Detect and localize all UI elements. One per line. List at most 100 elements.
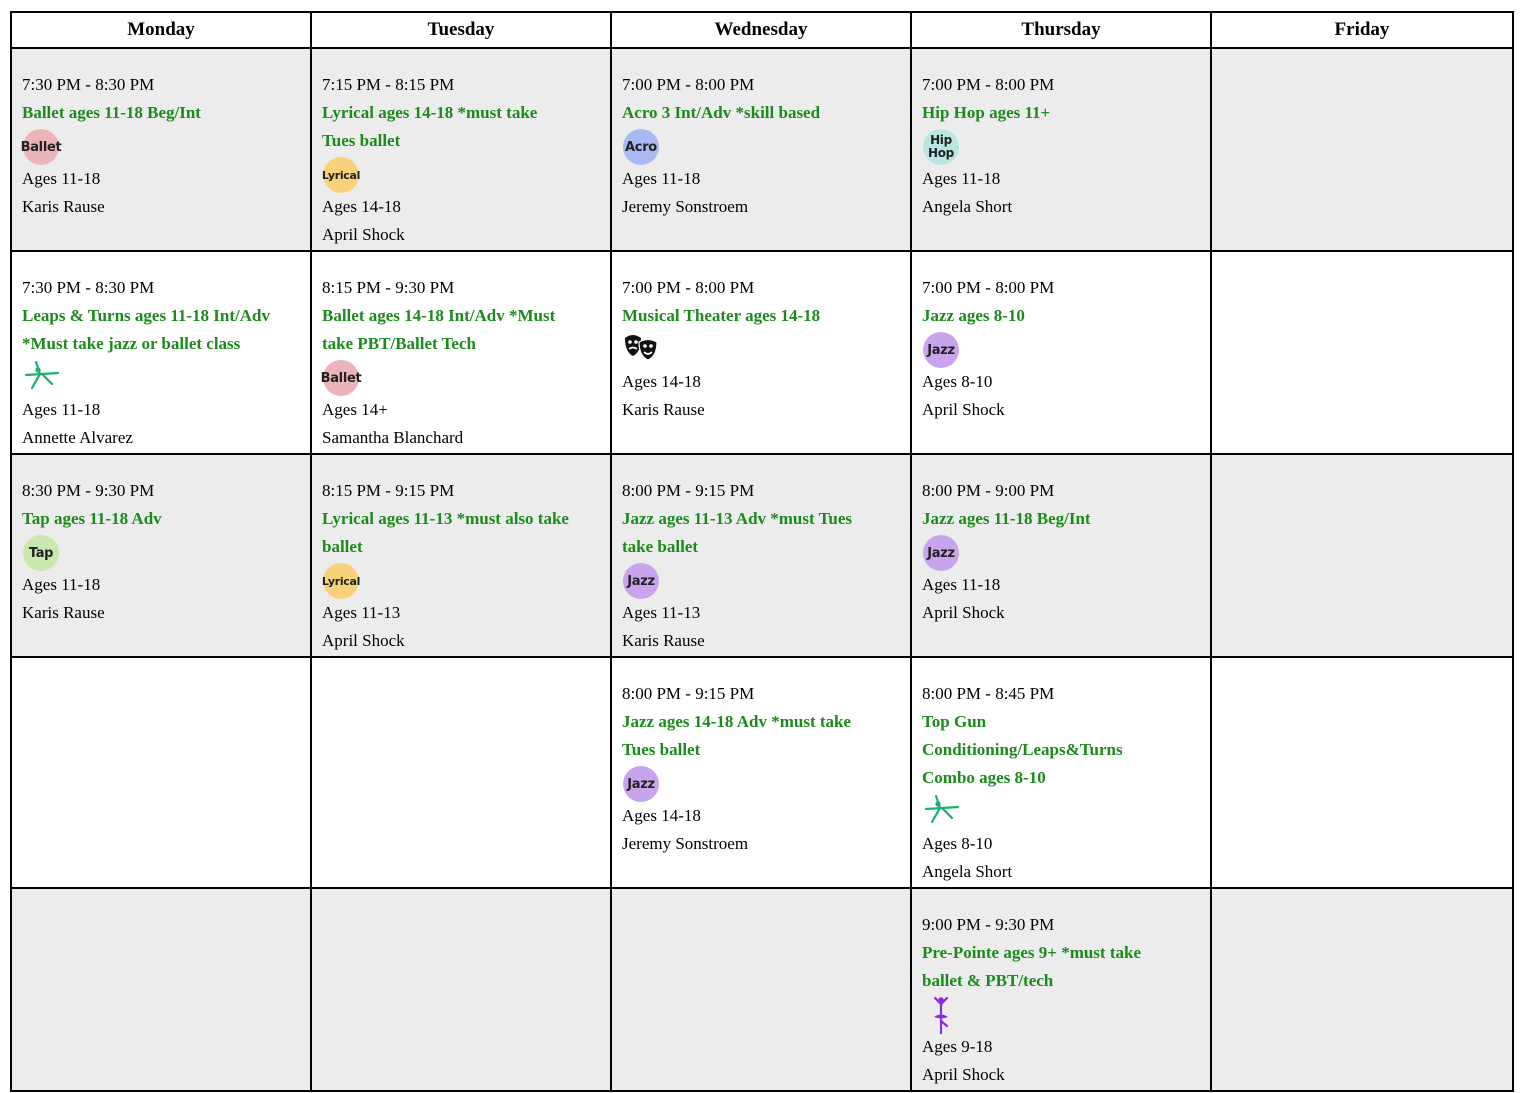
empty-cell	[310, 656, 612, 889]
class-cell: 9:00 PM - 9:30 PM Pre-Pointe ages 9+ *mus…	[910, 887, 1212, 1092]
class-title-line: Hip Hop ages 11+	[922, 103, 1051, 122]
class-ages: Ages 14-18	[622, 806, 701, 825]
class-ages: Ages 11-18	[922, 169, 1001, 188]
class-title-line: take ballet	[622, 537, 699, 556]
instructor-name: Karis Rause	[22, 603, 105, 622]
class-title-line: Leaps & Turns ages 11-18 Int/Adv	[22, 306, 270, 325]
class-title-line: take PBT/Ballet Tech	[322, 334, 476, 353]
instructor-name: Jeremy Sonstroem	[622, 834, 749, 853]
badge-label: Acro	[623, 129, 659, 165]
acro-badge-icon: Acro	[622, 127, 900, 165]
class-entry: 9:00 PM - 9:30 PM Pre-Pointe ages 9+ *mus…	[912, 889, 1210, 1089]
badge-label: Ballet	[321, 360, 362, 396]
class-time: 8:00 PM - 8:45 PM	[922, 684, 1055, 703]
jazz-badge-icon: Jazz	[922, 330, 1200, 368]
empty-cell	[1210, 250, 1514, 455]
badge-label: Jazz	[623, 766, 659, 802]
class-schedule-table: Monday Tuesday Wednesday Thursday Friday…	[10, 11, 1514, 1092]
class-entry: 8:00 PM - 9:15 PM Jazz ages 11-13 Adv *mu…	[612, 455, 910, 655]
class-time: 7:00 PM - 8:00 PM	[622, 75, 755, 94]
class-cell: 8:00 PM - 8:45 PM Top Gun Conditioning/Lea…	[910, 656, 1212, 889]
class-time: 8:30 PM - 9:30 PM	[22, 481, 155, 500]
class-cell: 7:30 PM - 8:30 PM Ballet ages 11-18 Beg/I…	[10, 47, 312, 252]
instructor-name: Karis Rause	[22, 197, 105, 216]
class-title-line: ballet & PBT/tech	[922, 971, 1054, 990]
jazz-badge-icon: Jazz	[622, 764, 900, 802]
instructor-name: April Shock	[922, 400, 1005, 419]
class-entry: 8:00 PM - 9:00 PM Jazz ages 11-18 Beg/Int…	[912, 455, 1210, 627]
class-ages: Ages 14-18	[622, 372, 701, 391]
badge-label: Jazz	[923, 535, 959, 571]
badge-label: Hip Hop	[923, 129, 959, 165]
class-title-line: Ballet ages 14-18 Int/Adv *Must	[322, 306, 556, 325]
class-entry: 7:15 PM - 8:15 PM Lyrical ages 14-18 *mus…	[312, 49, 610, 249]
class-entry: 7:00 PM - 8:00 PM Jazz ages 8-10 Jazz Ages …	[912, 252, 1210, 424]
class-title-line: Combo ages 8-10	[922, 768, 1046, 787]
class-cell: 8:30 PM - 9:30 PM Tap ages 11-18 Adv Tap Ag…	[10, 453, 312, 658]
class-title-line: Jazz ages 11-18 Beg/Int	[922, 509, 1091, 528]
instructor-name: Angela Short	[922, 862, 1013, 881]
class-ages: Ages 8-10	[922, 834, 993, 853]
badge-label: Tap	[23, 535, 59, 571]
class-title-line: *Must take jazz or ballet class	[22, 334, 241, 353]
schedule-row: 8:30 PM - 9:30 PM Tap ages 11-18 Adv Tap Ag…	[10, 453, 1514, 658]
class-cell: 7:15 PM - 8:15 PM Lyrical ages 14-18 *mus…	[310, 47, 612, 252]
lyrical-badge-icon: Lyrical	[322, 155, 600, 193]
class-cell: 8:15 PM - 9:30 PM Ballet ages 14-18 Int/A…	[310, 250, 612, 455]
class-ages: Ages 11-18	[622, 169, 701, 188]
schedule-row: 9:00 PM - 9:30 PM Pre-Pointe ages 9+ *mus…	[10, 887, 1514, 1092]
ballet-badge-icon: Ballet	[21, 127, 300, 165]
badge-label: Lyrical	[322, 157, 360, 193]
class-title-line: Ballet ages 11-18 Beg/Int	[22, 103, 201, 122]
class-title-line: Lyrical ages 14-18 *must take	[322, 103, 538, 122]
badge-label: Jazz	[623, 563, 659, 599]
jazz-badge-icon: Jazz	[922, 533, 1200, 571]
class-title-line: Top Gun	[922, 712, 987, 731]
class-title-line: Tues ballet	[322, 131, 401, 150]
class-cell: 8:00 PM - 9:15 PM Jazz ages 11-13 Adv *mu…	[610, 453, 912, 658]
class-cell: 7:00 PM - 8:00 PM Jazz ages 8-10 Jazz Ages …	[910, 250, 1212, 455]
class-entry: 8:15 PM - 9:30 PM Ballet ages 14-18 Int/A…	[312, 252, 610, 452]
instructor-name: Jeremy Sonstroem	[622, 197, 749, 216]
empty-cell	[1210, 887, 1514, 1092]
class-ages: Ages 14+	[322, 400, 388, 419]
class-entry: 8:15 PM - 9:15 PM Lyrical ages 11-13 *mus…	[312, 455, 610, 655]
header-row: Monday Tuesday Wednesday Thursday Friday	[10, 11, 1514, 49]
badge-label: Ballet	[21, 129, 62, 165]
class-ages: Ages 11-18	[922, 575, 1001, 594]
empty-cell	[1210, 656, 1514, 889]
class-entry: 7:30 PM - 8:30 PM Ballet ages 11-18 Beg/I…	[12, 49, 310, 221]
tap-badge-icon: Tap	[22, 533, 300, 571]
day-header: Monday	[10, 11, 312, 49]
day-header: Thursday	[910, 11, 1212, 49]
class-time: 7:30 PM - 8:30 PM	[22, 278, 155, 297]
class-entry: 7:00 PM - 8:00 PM Acro 3 Int/Adv *skill b…	[612, 49, 910, 221]
class-time: 7:15 PM - 8:15 PM	[322, 75, 455, 94]
badge-label: Lyrical	[322, 563, 360, 599]
class-ages: Ages 11-13	[322, 603, 401, 622]
leaping-dancer-icon	[22, 358, 300, 396]
class-ages: Ages 11-13	[622, 603, 701, 622]
instructor-name: Karis Rause	[622, 631, 705, 650]
class-time: 8:15 PM - 9:30 PM	[322, 278, 455, 297]
empty-cell	[1210, 453, 1514, 658]
theater-masks-icon	[622, 330, 900, 368]
empty-cell	[610, 887, 912, 1092]
class-entry: 8:00 PM - 9:15 PM Jazz ages 14-18 Adv *mu…	[612, 658, 910, 858]
class-time: 7:00 PM - 8:00 PM	[922, 278, 1055, 297]
class-time: 8:00 PM - 9:15 PM	[622, 684, 755, 703]
leaping-dancer-icon	[922, 792, 1200, 830]
badge-label: Jazz	[923, 332, 959, 368]
class-time: 8:15 PM - 9:15 PM	[322, 481, 455, 500]
empty-cell	[310, 887, 612, 1092]
class-entry: 8:00 PM - 8:45 PM Top Gun Conditioning/Lea…	[912, 658, 1210, 886]
instructor-name: April Shock	[322, 631, 405, 650]
class-ages: Ages 11-18	[22, 169, 101, 188]
schedule-row: 8:00 PM - 9:15 PM Jazz ages 14-18 Adv *mu…	[10, 656, 1514, 889]
class-title-line: Lyrical ages 11-13 *must also take	[322, 509, 569, 528]
class-title-line: Jazz ages 14-18 Adv *must take	[622, 712, 852, 731]
class-entry: 7:00 PM - 8:00 PM Musical Theater ages 14…	[612, 252, 910, 424]
class-title-line: Pre-Pointe ages 9+ *must take	[922, 943, 1141, 962]
class-title-line: Tap ages 11-18 Adv	[22, 509, 162, 528]
class-ages: Ages 14-18	[322, 197, 401, 216]
